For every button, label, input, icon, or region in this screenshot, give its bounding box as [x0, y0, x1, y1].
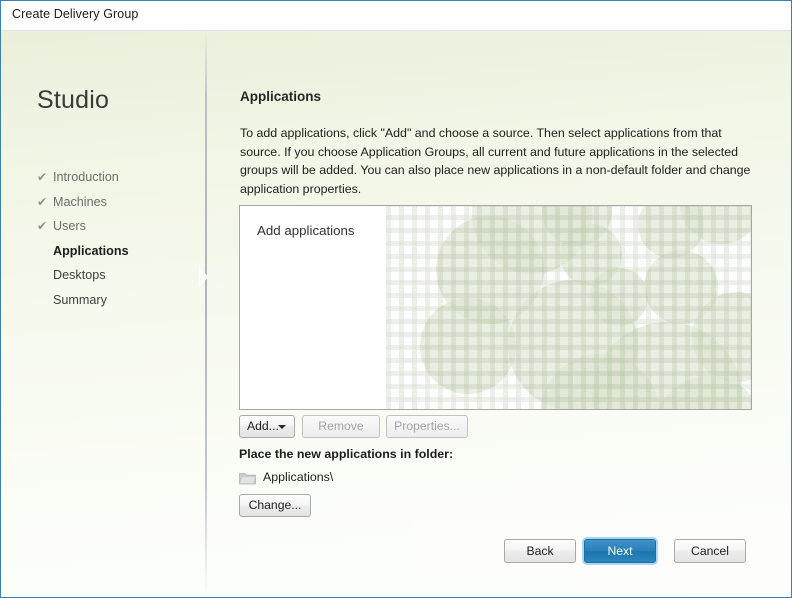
check-icon: ✔: [37, 219, 48, 233]
folder-icon: [239, 473, 256, 485]
folder-section-label: Place the new applications in folder:: [239, 447, 454, 461]
properties-button[interactable]: Properties...: [386, 415, 468, 438]
sidebar-item-label: Machines: [53, 194, 107, 209]
remove-button[interactable]: Remove: [302, 415, 380, 438]
sidebar-item-applications[interactable]: Applications: [37, 239, 197, 264]
chevron-down-icon: [278, 425, 286, 429]
product-title: Studio: [37, 86, 110, 114]
folder-path: Applications\: [263, 470, 334, 484]
sidebar-item-label: Introduction: [53, 170, 119, 184]
sidebar-item-introduction[interactable]: ✔ Introduction: [37, 165, 197, 190]
add-applications-hint: Add applications: [257, 223, 355, 238]
page-title: Applications: [240, 89, 322, 104]
dialog-body: Studio ✔ Introduction ✔ Machines ✔ Users…: [1, 31, 791, 597]
back-button[interactable]: Back: [504, 539, 576, 563]
add-button-label: Add...: [247, 419, 279, 433]
sidebar-item-label: Summary: [53, 292, 107, 307]
watermark-dot-pattern: [386, 206, 751, 409]
next-button[interactable]: Next: [584, 539, 656, 563]
create-delivery-group-window: Create Delivery Group Studio ✔ Introduct…: [0, 0, 792, 598]
sidebar-item-label: Desktops: [53, 268, 106, 282]
applications-list-panel[interactable]: Add applications: [239, 205, 752, 410]
wizard-sidebar: Studio ✔ Introduction ✔ Machines ✔ Users…: [1, 31, 206, 597]
sidebar-item-summary[interactable]: Summary: [37, 288, 197, 313]
change-folder-button[interactable]: Change...: [239, 494, 311, 517]
wizard-step-list: ✔ Introduction ✔ Machines ✔ Users Applic…: [37, 165, 197, 312]
sidebar-item-desktops[interactable]: Desktops: [37, 263, 197, 288]
sidebar-item-users[interactable]: ✔ Users: [37, 214, 197, 239]
sidebar-item-label: Users: [53, 219, 86, 233]
title-bar: Create Delivery Group: [1, 1, 791, 31]
cancel-button[interactable]: Cancel: [674, 539, 746, 563]
sidebar-item-machines[interactable]: ✔ Machines: [37, 190, 197, 215]
page-description: To add applications, click "Add" and cho…: [240, 126, 751, 196]
window-title: Create Delivery Group: [12, 7, 139, 21]
add-button[interactable]: Add...: [239, 415, 295, 438]
wizard-content-pane: Applications To add applications, click …: [207, 31, 791, 597]
check-icon: ✔: [37, 194, 48, 209]
sidebar-item-label: Applications: [53, 243, 129, 258]
check-icon: ✔: [37, 170, 48, 184]
